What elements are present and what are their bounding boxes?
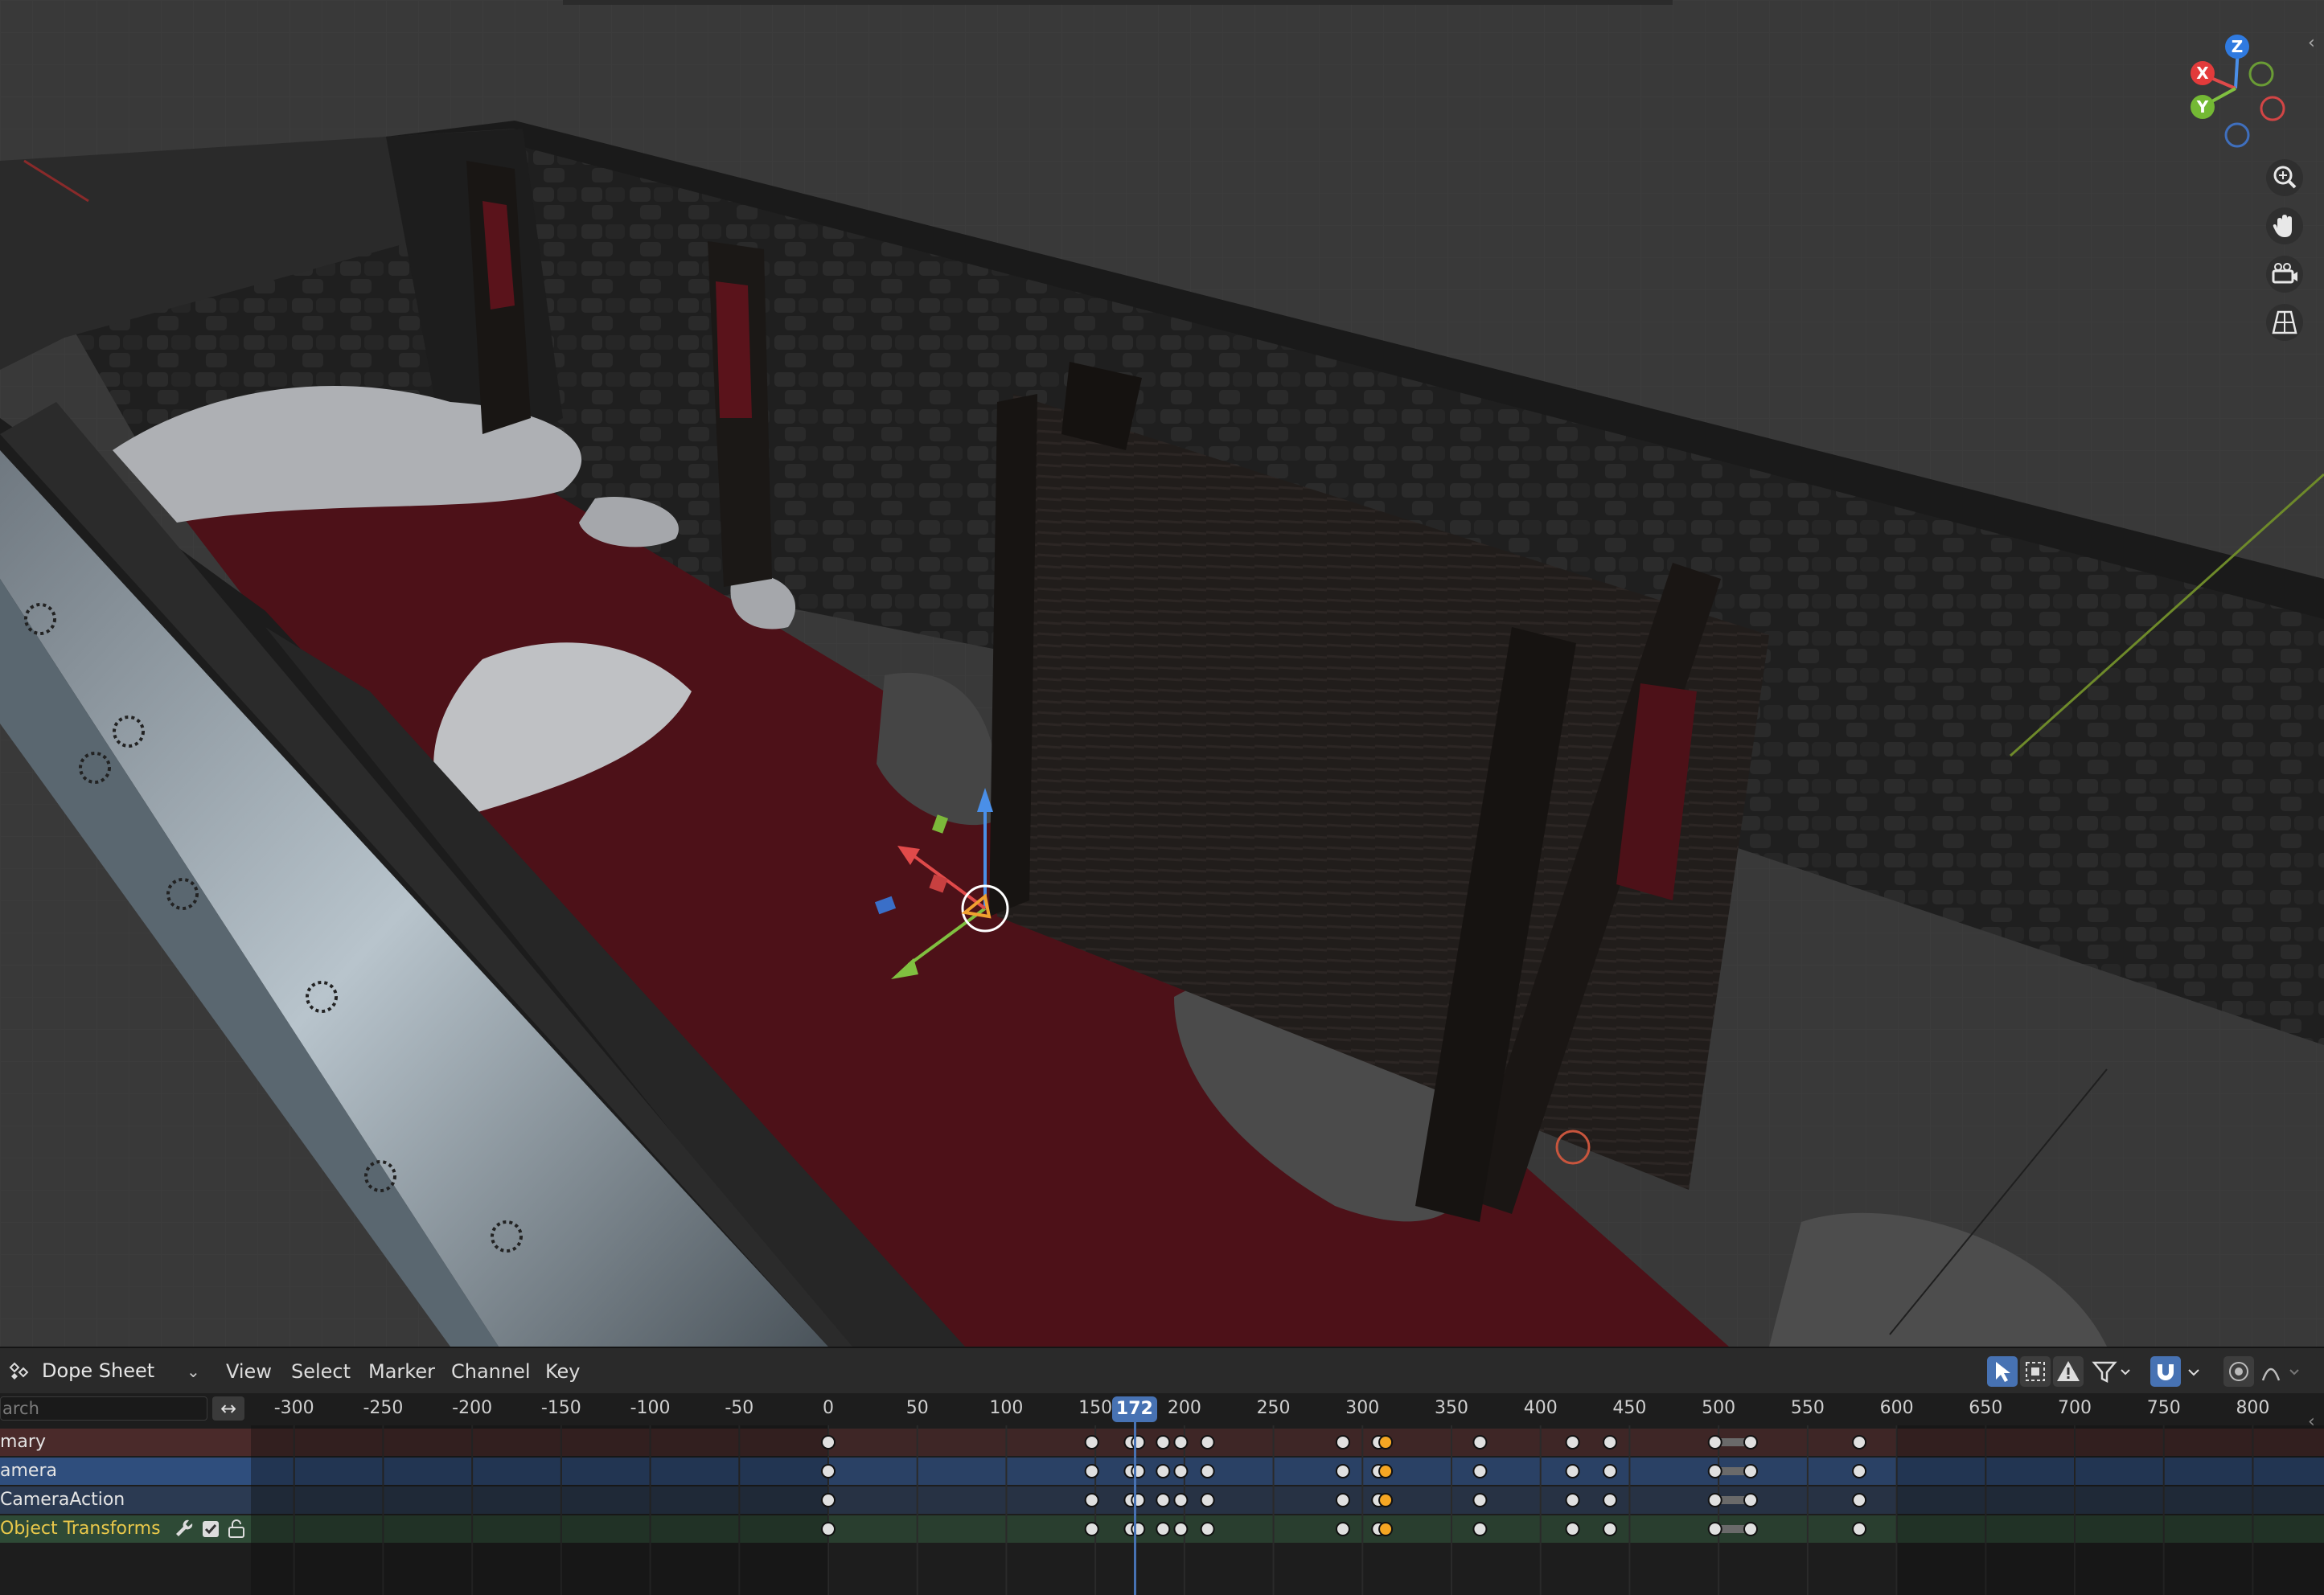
- keyframe[interactable]: [1472, 1522, 1488, 1536]
- keyframe[interactable]: [1335, 1435, 1350, 1449]
- keyframe[interactable]: [1603, 1464, 1618, 1478]
- keyframe[interactable]: [1852, 1493, 1867, 1507]
- keyframe[interactable]: [1200, 1522, 1215, 1536]
- keyframe[interactable]: [1852, 1522, 1867, 1536]
- keyframe[interactable]: [1200, 1493, 1215, 1507]
- keyframe[interactable]: [1200, 1435, 1215, 1449]
- keyframe[interactable]: [1378, 1435, 1394, 1449]
- scene-render: [0, 0, 2324, 1347]
- viewport-top-header: [563, 0, 1673, 5]
- navigation-gizmo[interactable]: Z X Y: [2171, 24, 2308, 153]
- keyframe[interactable]: [821, 1435, 836, 1449]
- z-axis-button[interactable]: Z: [2225, 35, 2249, 59]
- current-frame-indicator[interactable]: 172: [1111, 1396, 1157, 1422]
- keyframe[interactable]: [1707, 1464, 1722, 1478]
- zoom-button[interactable]: [2266, 159, 2303, 196]
- y-axis-button[interactable]: Y: [2191, 95, 2215, 119]
- pan-button[interactable]: [2266, 207, 2303, 244]
- keyframe[interactable]: [1603, 1522, 1618, 1536]
- keyframe[interactable]: [1156, 1464, 1171, 1478]
- keyframe[interactable]: [1852, 1435, 1867, 1449]
- keyframe[interactable]: [1472, 1493, 1488, 1507]
- dope-sheet-editor[interactable]: Dope Sheet ⌄ View Select Marker Channel …: [0, 1347, 2324, 1595]
- keyframe[interactable]: [1603, 1493, 1618, 1507]
- keyframe[interactable]: [1084, 1464, 1099, 1478]
- keyframe[interactable]: [1743, 1493, 1759, 1507]
- keyframe[interactable]: [821, 1522, 836, 1536]
- keyframe[interactable]: [1173, 1522, 1189, 1536]
- keyframe[interactable]: [1173, 1464, 1189, 1478]
- collapse-region-arrow[interactable]: ‹: [2308, 1411, 2324, 1433]
- keyframe[interactable]: [1565, 1435, 1580, 1449]
- playhead-line: [1133, 1422, 1136, 1595]
- keyframe-area[interactable]: [0, 1347, 2324, 1595]
- keyframe[interactable]: [1335, 1522, 1350, 1536]
- collapse-sidebar-arrow[interactable]: ‹: [2308, 32, 2324, 55]
- keyframe[interactable]: [1472, 1464, 1488, 1478]
- keyframe[interactable]: [1565, 1464, 1580, 1478]
- x-axis-button[interactable]: X: [2191, 61, 2215, 85]
- keyframe[interactable]: [1378, 1522, 1394, 1536]
- keyframe[interactable]: [1173, 1435, 1189, 1449]
- transform-gizmo[interactable]: [844, 772, 1021, 997]
- perspective-toggle-button[interactable]: [2266, 304, 2303, 341]
- out-of-range-shading: [251, 1425, 828, 1595]
- keyframe[interactable]: [1852, 1464, 1867, 1478]
- out-of-range-shading: [1896, 1425, 2324, 1595]
- keyframe[interactable]: [1156, 1522, 1171, 1536]
- keyframe[interactable]: [1565, 1522, 1580, 1536]
- keyframe[interactable]: [1084, 1435, 1099, 1449]
- keyframe[interactable]: [1565, 1493, 1580, 1507]
- keyframe[interactable]: [1472, 1435, 1488, 1449]
- keyframe[interactable]: [1173, 1493, 1189, 1507]
- keyframe[interactable]: [1200, 1464, 1215, 1478]
- keyframe[interactable]: [1603, 1435, 1618, 1449]
- camera-view-button[interactable]: [2266, 256, 2303, 293]
- keyframe[interactable]: [1156, 1493, 1171, 1507]
- keyframe[interactable]: [821, 1493, 836, 1507]
- keyframe[interactable]: [1378, 1464, 1394, 1478]
- perspective-grid-icon: [2272, 310, 2297, 334]
- keyframe[interactable]: [1707, 1493, 1722, 1507]
- keyframe[interactable]: [1084, 1522, 1099, 1536]
- keyframe[interactable]: [1335, 1464, 1350, 1478]
- keyframe[interactable]: [1743, 1435, 1759, 1449]
- hand-pan-icon: [2273, 215, 2292, 237]
- keyframe[interactable]: [1084, 1493, 1099, 1507]
- keyframe[interactable]: [1156, 1435, 1171, 1449]
- keyframe[interactable]: [1743, 1464, 1759, 1478]
- camera-view-icon: [2272, 263, 2297, 284]
- blender-window: Z X Y ‹ Dope Sheet ⌄ View Select Marker …: [0, 0, 2324, 1595]
- zoom-icon: [2273, 166, 2297, 189]
- keyframe[interactable]: [1707, 1522, 1722, 1536]
- keyframe[interactable]: [1707, 1435, 1722, 1449]
- keyframe[interactable]: [1335, 1493, 1350, 1507]
- keyframe[interactable]: [1378, 1493, 1394, 1507]
- keyframe[interactable]: [821, 1464, 836, 1478]
- keyframe[interactable]: [1743, 1522, 1759, 1536]
- 3d-viewport[interactable]: Z X Y ‹: [0, 0, 2324, 1347]
